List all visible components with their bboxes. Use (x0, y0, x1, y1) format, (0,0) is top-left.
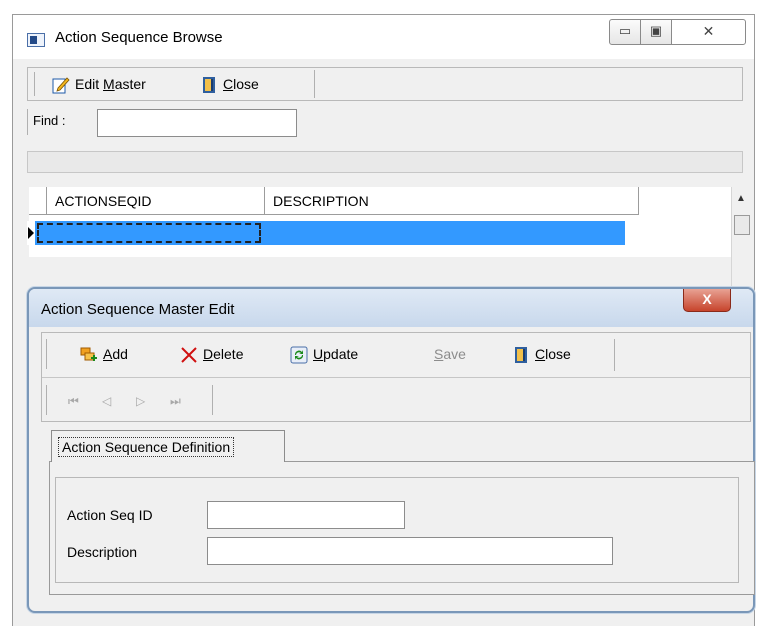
exit-door-icon (512, 346, 530, 364)
definition-group-box (55, 477, 739, 583)
grid-cell-focus[interactable] (37, 223, 261, 243)
browse-toolbar: Edit Master Close (27, 67, 743, 101)
refresh-icon (290, 346, 308, 364)
row-pointer-icon (28, 227, 34, 239)
maximize-button[interactable]: ▣ (640, 19, 672, 45)
action-seq-id-input[interactable] (207, 501, 405, 529)
delete-button[interactable]: Delete (180, 342, 243, 366)
edit-pencil-icon (52, 76, 70, 94)
next-record-icon[interactable]: ▷ (136, 389, 145, 413)
edit-master-label: Edit Master (75, 76, 146, 92)
add-label: Add (103, 346, 128, 362)
close-window-button[interactable]: ✕ (671, 19, 746, 45)
row-header-corner (29, 187, 47, 215)
first-record-icon[interactable]: ⏮ (68, 389, 79, 413)
edit-master-button[interactable]: Edit Master (52, 72, 146, 96)
minimize-button[interactable]: ▭ (609, 19, 641, 45)
column-header-actionseqid[interactable]: ACTIONSEQID (47, 187, 265, 215)
toolbar-grip (46, 339, 47, 369)
tab-label: Action Sequence Definition (58, 437, 235, 457)
current-row-indicator (27, 221, 35, 245)
browse-close-button[interactable]: Close (200, 72, 259, 96)
browse-title-bar[interactable]: Action Sequence Browse ▭ ▣ ✕ (13, 15, 754, 59)
window-app-icon (27, 33, 45, 47)
dialog-close-button[interactable]: X (683, 289, 731, 312)
update-label: Update (313, 346, 359, 362)
dialog-close-toolbar-button[interactable]: Close (512, 342, 571, 366)
dialog-title: Action Sequence Master Edit (41, 301, 235, 318)
column-header-description[interactable]: DESCRIPTION (265, 187, 639, 215)
delete-x-icon (180, 346, 198, 364)
last-record-icon[interactable]: ⏭ (170, 389, 181, 413)
nav-grip (46, 385, 47, 415)
browse-close-label: Close (223, 76, 259, 92)
toolbar-divider (42, 377, 750, 378)
delete-label: Delete (203, 346, 244, 362)
save-label: Save (434, 346, 466, 362)
dialog-title-bar[interactable]: Action Sequence Master Edit X (29, 289, 753, 327)
scroll-up-icon[interactable]: ▲ (736, 193, 746, 204)
action-seq-id-label: Action Seq ID (67, 507, 153, 523)
toolbar-grip (34, 72, 35, 96)
group-by-strip (27, 151, 743, 173)
dialog-close-label: Close (535, 346, 571, 362)
save-button[interactable]: Save (434, 342, 466, 366)
previous-record-icon[interactable]: ◁ (102, 389, 111, 413)
browse-window-title: Action Sequence Browse (55, 29, 223, 46)
tab-action-sequence-definition[interactable]: Action Sequence Definition (51, 430, 285, 462)
dialog-toolbar: Add Delete Update Save Close ⏮ ◁ ▷ ⏭ (41, 332, 751, 422)
add-record-icon (80, 346, 98, 364)
toolbar-separator (614, 339, 615, 371)
description-input[interactable] (207, 537, 613, 565)
exit-door-icon (200, 76, 218, 94)
find-input[interactable] (97, 109, 297, 137)
update-button[interactable]: Update (290, 342, 358, 366)
nav-separator (212, 385, 213, 415)
add-button[interactable]: Add (80, 342, 128, 366)
master-edit-dialog: Action Sequence Master Edit X Add Delete… (27, 287, 755, 613)
find-grip (27, 109, 28, 135)
scroll-thumb[interactable] (734, 215, 750, 235)
toolbar-separator (314, 70, 315, 98)
find-label: Find : (33, 113, 66, 128)
description-label: Description (67, 544, 138, 560)
